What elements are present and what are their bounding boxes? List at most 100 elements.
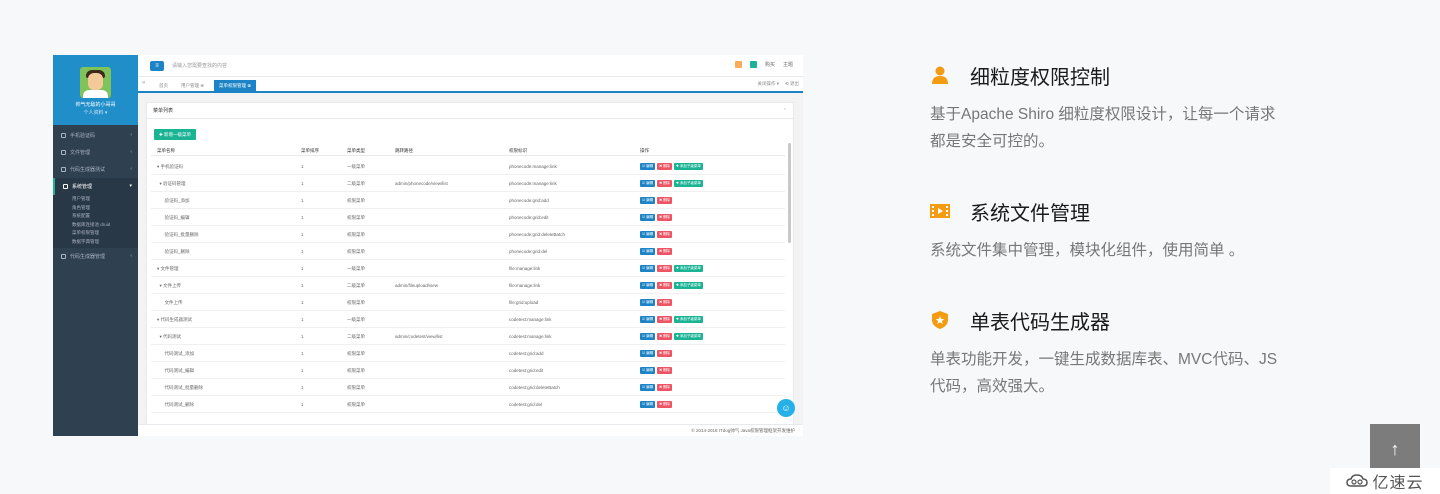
edit-button[interactable]: ☑ 编辑 (640, 350, 656, 357)
del-button[interactable]: ✖ 删除 (657, 248, 673, 255)
edit-button[interactable]: ☑ 编辑 (640, 163, 656, 170)
edit-button[interactable]: ☑ 编辑 (640, 333, 656, 340)
edit-button[interactable]: ☑ 编辑 (640, 265, 656, 272)
search-input[interactable]: 请输入您需要查找的内容 (172, 62, 227, 69)
del-button[interactable]: ✖ 删除 (657, 350, 673, 357)
sidebar-item-codegen-manage[interactable]: 代码生成器管理 ‹ (53, 248, 138, 265)
table-cell: ▾ 代码生成器测试 (157, 317, 193, 322)
close-actions-dropdown[interactable]: 关闭操作 ▾ (757, 81, 779, 87)
del-button[interactable]: ✖ 删除 (657, 333, 673, 340)
add-button[interactable]: ✚ 添加子级菜单 (674, 163, 703, 170)
sidebar-subitem-dict[interactable]: 数据字典管理 (53, 238, 138, 247)
sidebar-item-codegen-test[interactable]: 代码生成器测试 ‹ (53, 161, 138, 178)
table-cell: 1 (301, 266, 304, 271)
table-cell: 权限菜单 (347, 232, 365, 237)
user-icon (932, 66, 948, 84)
sidebar-submenu: 用户管理 角色管理 系统配置 数据库连接池 druid 菜单权限管理 数据字典管… (53, 195, 138, 248)
edit-button[interactable]: ☑ 编辑 (640, 401, 656, 408)
table-cell: 1 (301, 402, 304, 407)
del-button[interactable]: ✖ 删除 (657, 180, 673, 187)
tab-scroll-left-icon[interactable]: « (142, 80, 145, 86)
table-row: ▾ 代码生成器测试 1 一级菜单 codetest:manage:link ☑ 编辑 ✖ … (151, 311, 785, 328)
theme-link[interactable]: 主题 (783, 61, 793, 68)
tab-home[interactable]: 首页 (154, 80, 173, 91)
del-button[interactable]: ✖ 删除 (657, 231, 673, 238)
edit-button[interactable]: ☑ 编辑 (640, 316, 656, 323)
add-button[interactable]: ✚ 添加子级菜单 (674, 333, 703, 340)
bell-icon[interactable] (749, 61, 757, 68)
add-top-menu-button[interactable]: ✚ 新增一级菜单 (154, 129, 197, 140)
table-cell: file:grid:upload (509, 300, 539, 305)
add-button[interactable]: ✚ 添加子级菜单 (674, 265, 703, 272)
table-cell: 代码测试_批量删除 (157, 385, 204, 390)
sidebar-item-system[interactable]: 系统管理 ▾ (53, 178, 138, 195)
user-profile-dropdown[interactable]: 个人资料 ▾ (53, 109, 138, 117)
del-button[interactable]: ✖ 删除 (657, 214, 673, 221)
collapse-icon[interactable]: ⌃ (783, 103, 787, 119)
del-button[interactable]: ✖ 删除 (657, 282, 673, 289)
del-button[interactable]: ✖ 删除 (657, 299, 673, 306)
table-cell: 权限菜单 (347, 385, 365, 390)
edit-button[interactable]: ☑ 编辑 (640, 384, 656, 391)
sidebar-item-files[interactable]: 文件管理 ‹ (53, 144, 138, 161)
avatar[interactable] (80, 67, 111, 98)
sidebar-subitem-config[interactable]: 系统配置 (53, 212, 138, 221)
sidebar-item-phonecode[interactable]: 手机验证码 ‹ (53, 127, 138, 144)
add-button[interactable]: ✚ 添加子级菜单 (674, 316, 703, 323)
logout-link[interactable]: ⟲ 退出 (785, 81, 799, 87)
message-icon[interactable] (734, 61, 742, 68)
feature-description: 系统文件集中管理，模块化组件，使用简单 。 (930, 242, 1245, 259)
table-cell: ▾ 文件上传 (157, 283, 182, 288)
row-actions: ☑ 编辑 ✖ 删除 (640, 214, 673, 221)
edit-button[interactable]: ☑ 编辑 (640, 367, 656, 374)
buy-link[interactable]: 购买 (765, 61, 775, 68)
del-button[interactable]: ✖ 删除 (657, 401, 673, 408)
edit-button[interactable]: ☑ 编辑 (640, 197, 656, 204)
topbar-actions: 购买 主题 (734, 61, 793, 68)
table-cell: 代码测试_删除 (157, 402, 195, 407)
menu-toggle-button[interactable]: ≡ (150, 61, 164, 71)
edit-button[interactable]: ☑ 编辑 (640, 299, 656, 306)
tab-menu-permissions[interactable]: 菜单权限管理 ⊗ (214, 80, 257, 91)
table-cell: 代码测试_编辑 (157, 368, 195, 373)
sidebar-profile: 帅气无敌的小哥哥 个人资料 ▾ (53, 55, 138, 125)
column-header: 跳转路径 (395, 148, 413, 153)
sidebar-subitem-menus[interactable]: 菜单权限管理 (53, 229, 138, 238)
del-button[interactable]: ✖ 删除 (657, 367, 673, 374)
menu-icon (61, 254, 66, 259)
table-cell: 1 (301, 334, 304, 339)
table-cell: 1 (301, 300, 304, 305)
chevron-left-icon: ‹ (130, 253, 132, 259)
table-cell: phonecode:grid:deleteBatch (509, 232, 566, 237)
table-header: 菜单名称 菜单排序 菜单类型 跳转路径 权限标识 操作 (151, 145, 785, 156)
table-cell: 权限菜单 (347, 198, 365, 203)
add-button[interactable]: ✚ 添加子级菜单 (674, 282, 703, 289)
del-button[interactable]: ✖ 删除 (657, 265, 673, 272)
scrollbar[interactable] (788, 143, 791, 243)
table-row: ▾ 文件管理 1 一级菜单 file:manage:link ☑ 编辑 ✖ 删除 ✚ 添加子… (151, 260, 785, 277)
feature-description: 基于Apache Shiro 细粒度权限设计，让每一个请求都是安全可控的。 (930, 106, 1276, 150)
edit-button[interactable]: ☑ 编辑 (640, 180, 656, 187)
edit-button[interactable]: ☑ 编辑 (640, 231, 656, 238)
back-to-top-button[interactable]: ↑ (1370, 424, 1420, 474)
edit-button[interactable]: ☑ 编辑 (640, 248, 656, 255)
del-button[interactable]: ✖ 删除 (657, 384, 673, 391)
brand-name: 亿速云 (1372, 475, 1424, 492)
sidebar-subitem-users[interactable]: 用户管理 (53, 195, 138, 204)
chat-icon[interactable]: ☺ (777, 399, 795, 417)
brand-watermark: 亿速云 (1330, 468, 1440, 494)
edit-button[interactable]: ☑ 编辑 (640, 282, 656, 289)
table-row: ▾ 文件上传 1 二级菜单 admin/fileupload/view file:man… (151, 277, 785, 294)
edit-button[interactable]: ☑ 编辑 (640, 214, 656, 221)
table-cell: phonecode:manage:link (509, 181, 557, 186)
menu-icon (61, 150, 66, 155)
sidebar-subitem-roles[interactable]: 角色管理 (53, 204, 138, 213)
del-button[interactable]: ✖ 删除 (657, 197, 673, 204)
feature-title: 细粒度权限控制 (970, 66, 1110, 89)
del-button[interactable]: ✖ 删除 (657, 163, 673, 170)
del-button[interactable]: ✖ 删除 (657, 316, 673, 323)
menu-icon (63, 184, 68, 189)
sidebar-subitem-druid[interactable]: 数据库连接池 druid (53, 221, 138, 230)
add-button[interactable]: ✚ 添加子级菜单 (674, 180, 703, 187)
tab-users[interactable]: 用户管理 ⊗ (176, 80, 209, 91)
